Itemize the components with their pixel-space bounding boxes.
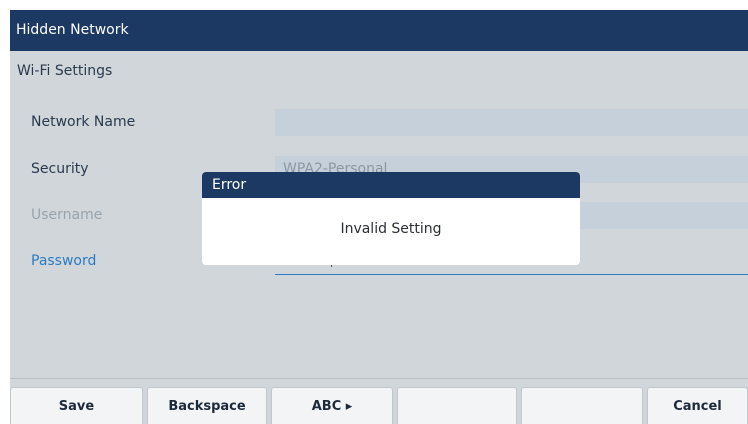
security-label: Security — [31, 161, 89, 177]
softkey-bar: Save Backspace ABC ▸ Cancel — [10, 378, 748, 424]
network-name-row: Network Name — [10, 107, 748, 137]
softkey-empty-2[interactable] — [521, 387, 643, 424]
backspace-button[interactable]: Backspace — [147, 387, 267, 424]
screen-title: Hidden Network — [10, 10, 748, 51]
section-title: Wi-Fi Settings — [17, 63, 113, 79]
password-label: Password — [31, 253, 97, 269]
network-name-label: Network Name — [31, 114, 136, 130]
softkey-empty-1[interactable] — [397, 387, 517, 424]
cancel-button[interactable]: Cancel — [647, 387, 748, 424]
hidden-network-screen: Hidden Network Wi-Fi Settings Network Na… — [10, 10, 748, 424]
abc-input-mode-button[interactable]: ABC ▸ — [271, 387, 393, 424]
error-dialog: Error Invalid Setting — [202, 172, 580, 265]
username-label: Username — [31, 207, 103, 223]
save-button[interactable]: Save — [10, 387, 143, 424]
network-name-field[interactable] — [275, 109, 748, 136]
error-dialog-message: Invalid Setting — [340, 221, 442, 237]
error-dialog-title: Error — [202, 172, 580, 198]
